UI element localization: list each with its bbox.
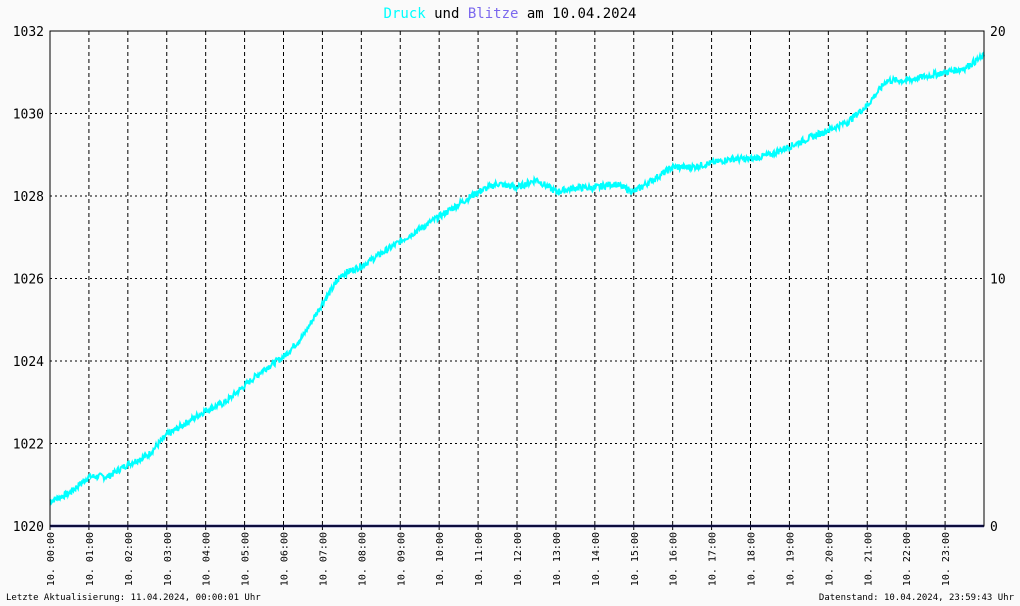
x-tick-label: 10. 08:00 [357, 532, 368, 586]
y-tick-label-left: 1028 [13, 190, 44, 205]
x-tick-label: 10. 06:00 [280, 532, 291, 586]
x-tick-label: 10. 15:00 [630, 532, 641, 586]
x-tick-label: 10. 00:00 [46, 532, 57, 586]
chart-svg: Druck und Blitze am 10.04.2024 102010221… [6, 6, 1015, 603]
x-tick-label: 10. 18:00 [747, 532, 758, 586]
x-tick-label: 10. 02:00 [124, 532, 135, 586]
y-axis-right: 0 10 20 [990, 25, 1006, 535]
y-axis-left: 1020 1022 1024 1026 1028 1030 1032 [13, 25, 44, 535]
title-date: am 10.04.2024 [518, 6, 636, 22]
y-tick-label-left: 1026 [13, 273, 44, 288]
x-tick-label: 10. 11:00 [474, 532, 485, 586]
x-tick-label: 10. 07:00 [318, 532, 329, 586]
x-tick-label: 10. 12:00 [513, 532, 524, 586]
x-tick-label: 10. 03:00 [163, 532, 174, 586]
x-axis: 10. 00:00 10. 01:00 10. 02:00 10. 03:00 10. … [46, 526, 952, 586]
x-tick-label: 10. 04:00 [202, 532, 213, 586]
y-tick-label-left: 1020 [13, 520, 44, 535]
y-tick-label-right: 10 [990, 273, 1006, 288]
y-tick-label-right: 20 [990, 25, 1006, 40]
y-tick-label-left: 1024 [13, 355, 44, 370]
x-tick-label: 10. 22:00 [902, 532, 913, 586]
footer-data-state: Datenstand: 10.04.2024, 23:59:43 Uhr [819, 593, 1015, 603]
title-blitze: Blitze [468, 6, 519, 22]
title-und: und [426, 6, 468, 22]
x-tick-label: 10. 17:00 [708, 532, 719, 586]
x-tick-label: 10. 19:00 [785, 532, 796, 586]
title-druck: Druck [384, 6, 427, 22]
x-tick-label: 10. 21:00 [863, 532, 874, 586]
y-tick-label-right: 0 [990, 520, 998, 535]
x-tick-label: 10. 10:00 [435, 532, 446, 586]
x-tick-label: 10. 16:00 [669, 532, 680, 586]
y-tick-label-left: 1030 [13, 108, 44, 123]
x-tick-label: 10. 20:00 [824, 532, 835, 586]
y-tick-label-left: 1022 [13, 438, 44, 453]
x-tick-label: 10. 05:00 [241, 532, 252, 586]
chart-title: Druck und Blitze am 10.04.2024 [384, 6, 637, 22]
x-tick-label: 10. 09:00 [396, 532, 407, 586]
x-tick-label: 10. 14:00 [591, 532, 602, 586]
x-tick-label: 10. 23:00 [941, 532, 952, 586]
y-tick-label-left: 1032 [13, 25, 44, 40]
footer-last-update: Letzte Aktualisierung: 11.04.2024, 00:00… [6, 593, 261, 603]
x-tick-label: 10. 01:00 [85, 532, 96, 586]
x-tick-label: 10. 13:00 [552, 532, 563, 586]
grid [50, 31, 984, 526]
